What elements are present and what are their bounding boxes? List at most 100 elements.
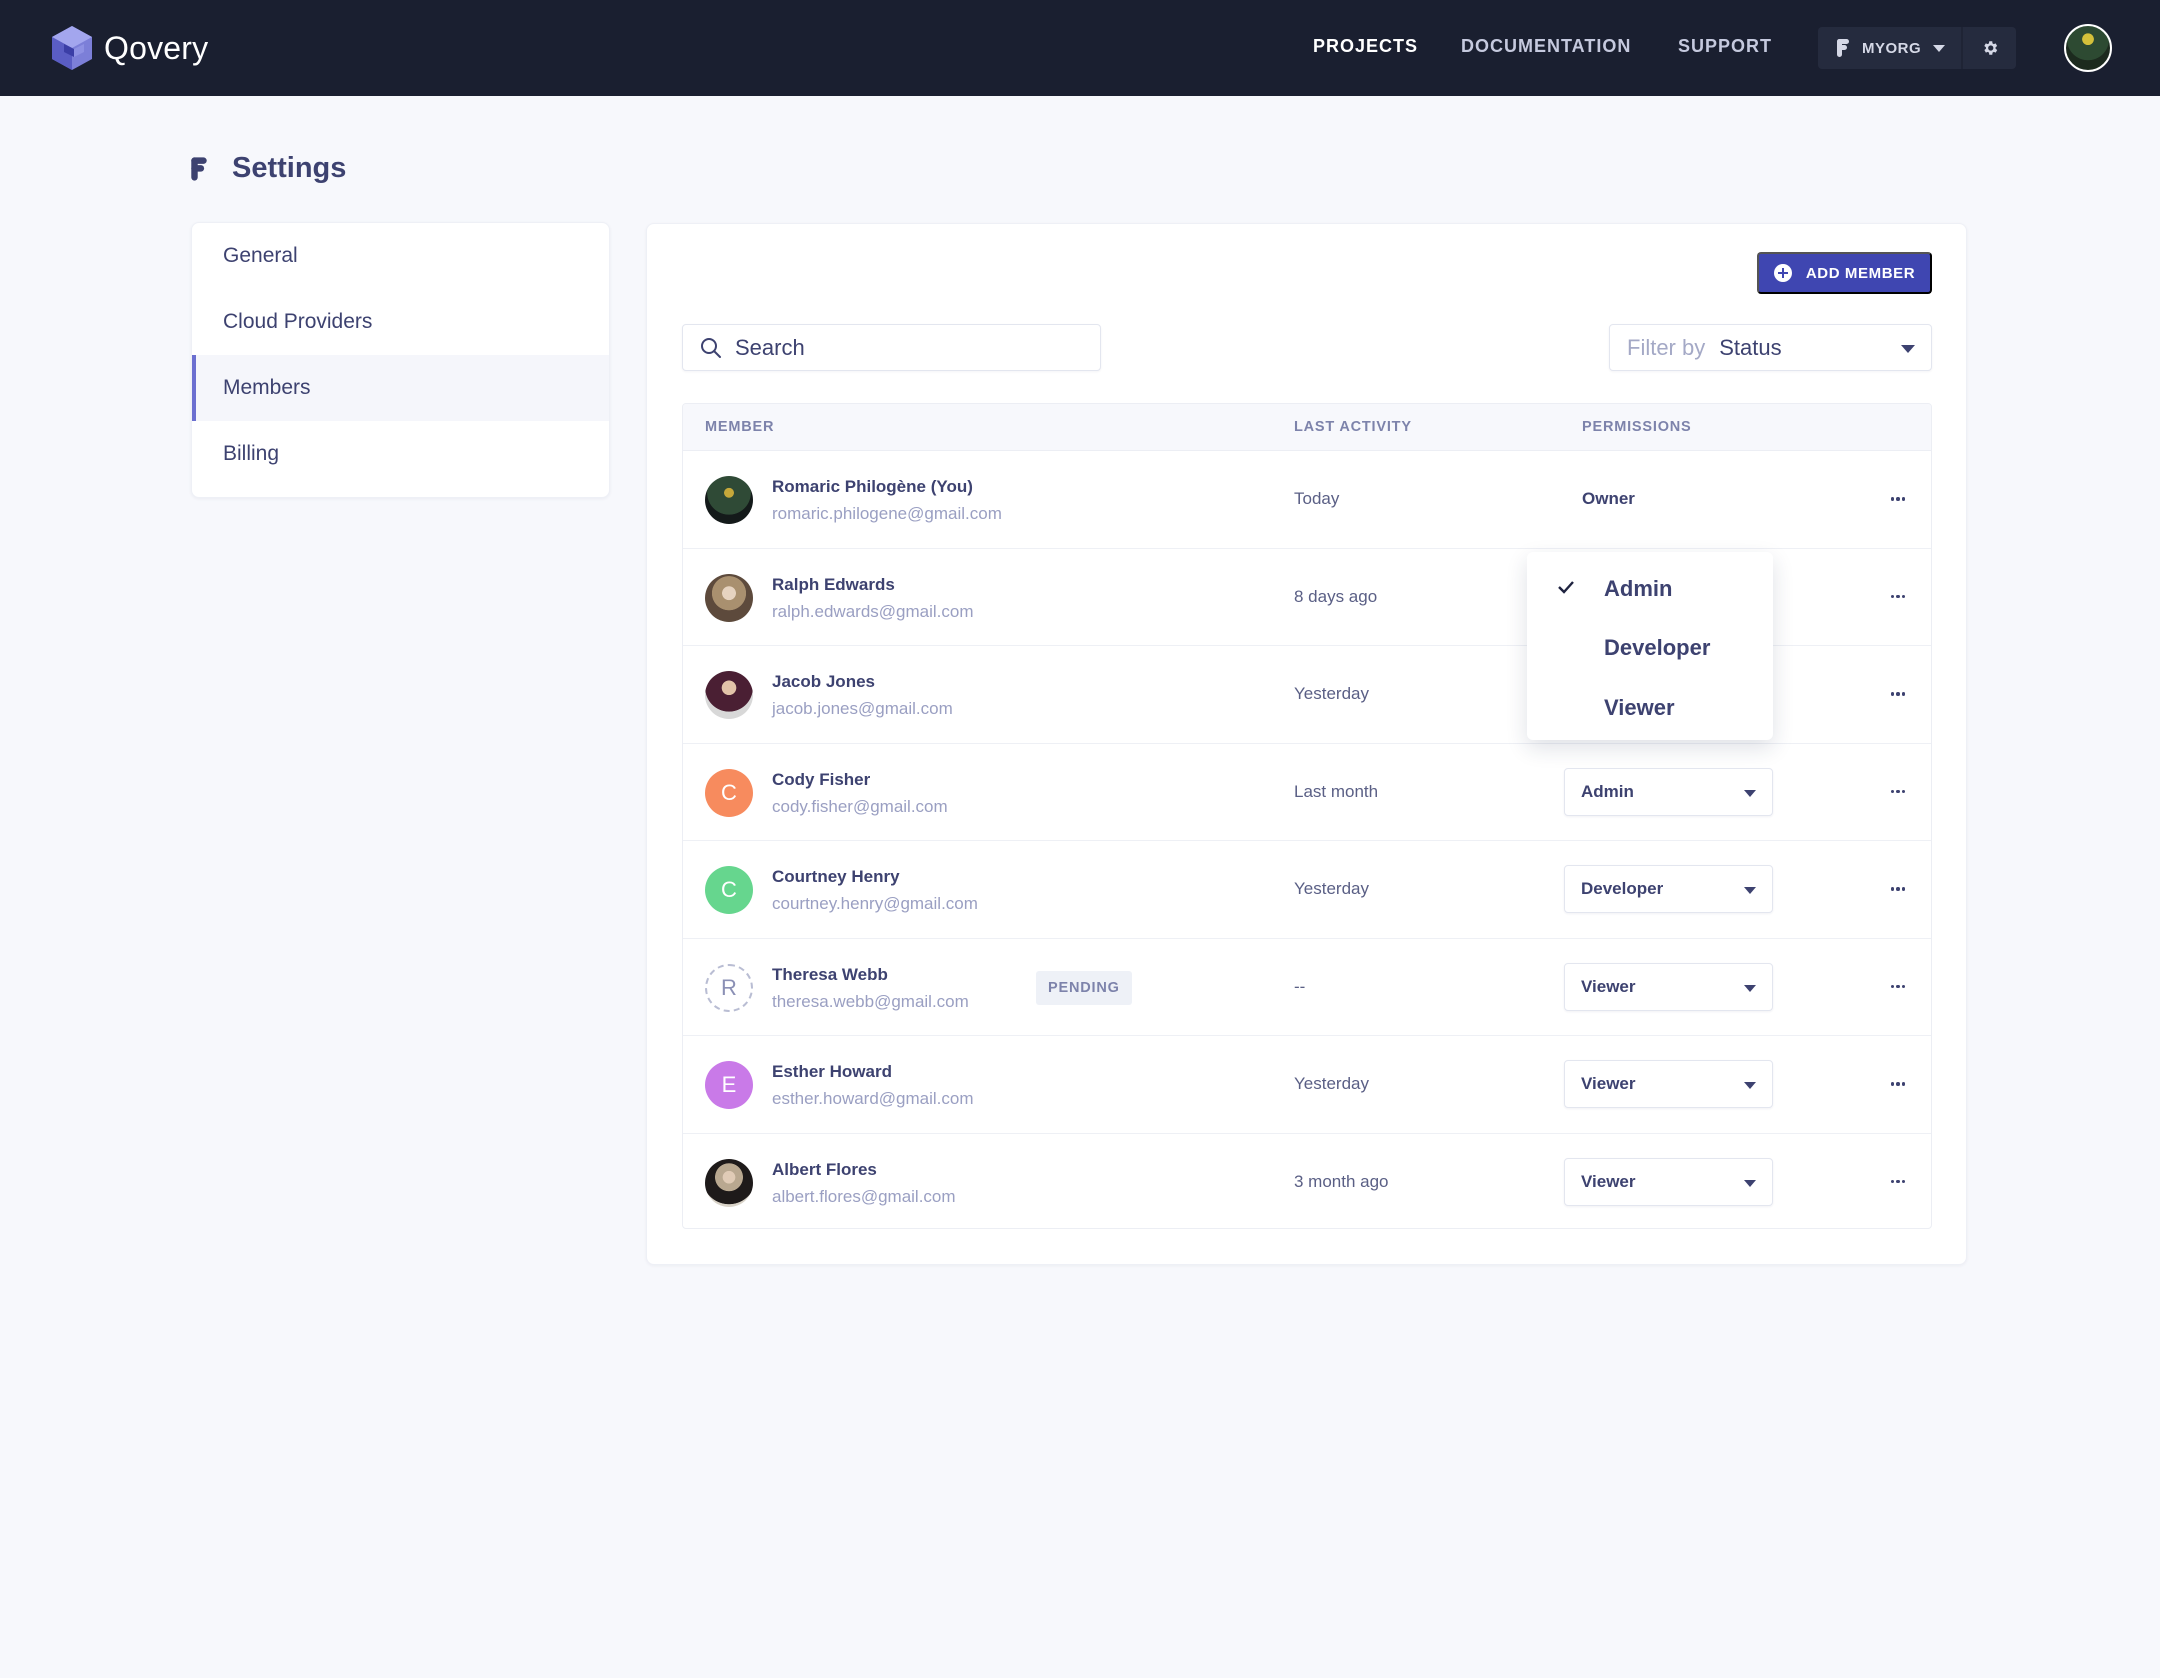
menu-item-admin[interactable]: Admin (1527, 560, 1773, 618)
chevron-down-icon (1744, 1082, 1756, 1089)
add-member-button[interactable]: ADD MEMBER (1757, 252, 1932, 294)
member-name: Ralph Edwards (772, 574, 895, 594)
menu-item-label: Viewer (1604, 695, 1675, 720)
filter-status-select[interactable]: Filter by Status (1609, 324, 1932, 371)
check-icon (1558, 581, 1574, 594)
menu-item-label: Developer (1604, 635, 1711, 660)
table-row: C Cody Fisher cody.fisher@gmail.com Last… (683, 744, 1931, 841)
member-email: albert.flores@gmail.com (772, 1186, 956, 1206)
member-avatar-initial: C (705, 768, 753, 817)
brand-name: Qovery (104, 29, 209, 66)
sidebar-item-general[interactable]: General (192, 223, 609, 289)
nav-link-documentation[interactable]: DOCUMENTATION (1461, 36, 1631, 57)
qovery-logo-icon (52, 26, 92, 70)
permission-select[interactable]: Viewer (1564, 1060, 1773, 1108)
last-activity: 3 month ago (1294, 1171, 1389, 1191)
sidebar-item-billing[interactable]: Billing (192, 421, 609, 487)
members-table: MEMBER LAST ACTIVITY PERMISSIONS Romaric… (682, 403, 1932, 1229)
user-avatar[interactable] (2064, 24, 2112, 72)
last-activity: Today (1294, 489, 1340, 508)
more-actions-button[interactable] (1886, 1172, 1910, 1192)
member-avatar-pending: R (705, 963, 753, 1012)
permission-select[interactable]: Viewer (1564, 962, 1773, 1011)
chevron-down-icon (1744, 984, 1756, 992)
brand-logo[interactable]: Qovery (50, 24, 208, 72)
permission-select-value: Developer (1581, 879, 1664, 898)
more-actions-button[interactable] (1886, 1074, 1910, 1094)
org-icon (1837, 39, 1849, 57)
member-name: Theresa Webb (772, 964, 888, 984)
more-actions-button[interactable] (1886, 684, 1910, 704)
last-activity: Last month (1294, 781, 1379, 801)
last-activity: Yesterday (1294, 1074, 1369, 1093)
org-switcher-button[interactable]: MYORG (1818, 27, 1963, 69)
chevron-down-icon (1933, 44, 1946, 52)
chevron-down-icon (1901, 345, 1915, 353)
org-icon (191, 156, 207, 181)
sidebar-item-cloud-providers[interactable]: Cloud Providers (192, 289, 609, 355)
member-avatar (705, 671, 753, 719)
sidebar-item-members[interactable]: Members (192, 355, 609, 421)
search-input[interactable] (735, 334, 1075, 361)
member-name: Albert Flores (772, 1159, 877, 1179)
filter-value: Status (1719, 334, 1782, 360)
member-email: ralph.edwards@gmail.com (772, 601, 974, 621)
nav-link-projects[interactable]: PROJECTS (1313, 36, 1418, 57)
member-name: Jacob Jones (772, 672, 875, 691)
page-header: Settings (190, 152, 346, 185)
member-email: theresa.webb@gmail.com (772, 991, 969, 1011)
member-avatar (705, 573, 753, 622)
permission-select-value: Viewer (1581, 1171, 1636, 1191)
member-name: Romaric Philogène (You) (772, 477, 973, 496)
permission-value: Owner (1582, 489, 1635, 508)
member-avatar-initial: C (705, 866, 753, 914)
last-activity: -- (1294, 976, 1306, 996)
chevron-down-icon (1744, 789, 1756, 797)
member-avatar-initial: E (705, 1061, 753, 1109)
member-name: Cody Fisher (772, 769, 871, 789)
menu-item-viewer[interactable]: Viewer (1527, 679, 1773, 737)
table-row: C Courtney Henry courtney.henry@gmail.co… (683, 841, 1931, 939)
last-activity: Yesterday (1294, 879, 1369, 898)
permission-select[interactable]: Admin (1564, 767, 1773, 816)
table-row: R Theresa Webb theresa.webb@gmail.com PE… (683, 939, 1931, 1036)
settings-sidebar: General Cloud Providers Members Billing (191, 222, 610, 498)
member-email: jacob.jones@gmail.com (772, 699, 953, 718)
column-header-permissions: PERMISSIONS (1582, 419, 1692, 435)
filter-label: Filter by (1627, 334, 1706, 360)
chevron-down-icon (1744, 1179, 1756, 1187)
search-icon (701, 337, 721, 358)
last-activity: Yesterday (1294, 684, 1369, 703)
permission-select-value: Viewer (1581, 976, 1636, 996)
search-field[interactable] (682, 324, 1101, 371)
more-actions-button[interactable] (1886, 977, 1910, 997)
add-member-label: ADD MEMBER (1805, 264, 1916, 282)
more-actions-button[interactable] (1886, 587, 1910, 607)
column-header-last-activity: LAST ACTIVITY (1294, 419, 1412, 435)
permission-select[interactable]: Developer (1564, 865, 1773, 913)
table-row: Albert Flores albert.flores@gmail.com 3 … (683, 1134, 1931, 1229)
table-row: Romaric Philogène (You) romaric.philogen… (683, 451, 1931, 549)
menu-item-developer[interactable]: Developer (1527, 619, 1773, 677)
org-settings-button[interactable] (1963, 27, 2016, 69)
more-actions-button[interactable] (1886, 489, 1910, 509)
column-header-member: MEMBER (705, 419, 775, 435)
more-actions-button[interactable] (1886, 879, 1910, 899)
member-avatar (705, 1158, 753, 1207)
last-activity: 8 days ago (1294, 586, 1378, 606)
plus-circle-icon (1773, 264, 1792, 282)
member-email: courtney.henry@gmail.com (772, 894, 978, 913)
member-avatar (705, 476, 753, 524)
org-name: MYORG (1862, 39, 1922, 57)
top-navigation-bar: Qovery PROJECTS DOCUMENTATION SUPPORT MY… (0, 0, 2160, 96)
member-email: romaric.philogene@gmail.com (772, 504, 1002, 523)
page-title: Settings (232, 152, 347, 184)
member-email: esther.howard@gmail.com (772, 1089, 974, 1108)
permission-select[interactable]: Viewer (1564, 1157, 1773, 1206)
nav-link-support[interactable]: SUPPORT (1678, 36, 1772, 57)
gear-icon (1983, 41, 1997, 55)
org-switcher-group: MYORG (1818, 27, 2016, 69)
permission-select-value: Viewer (1581, 1074, 1636, 1093)
more-actions-button[interactable] (1886, 782, 1910, 802)
chevron-down-icon (1744, 887, 1756, 894)
